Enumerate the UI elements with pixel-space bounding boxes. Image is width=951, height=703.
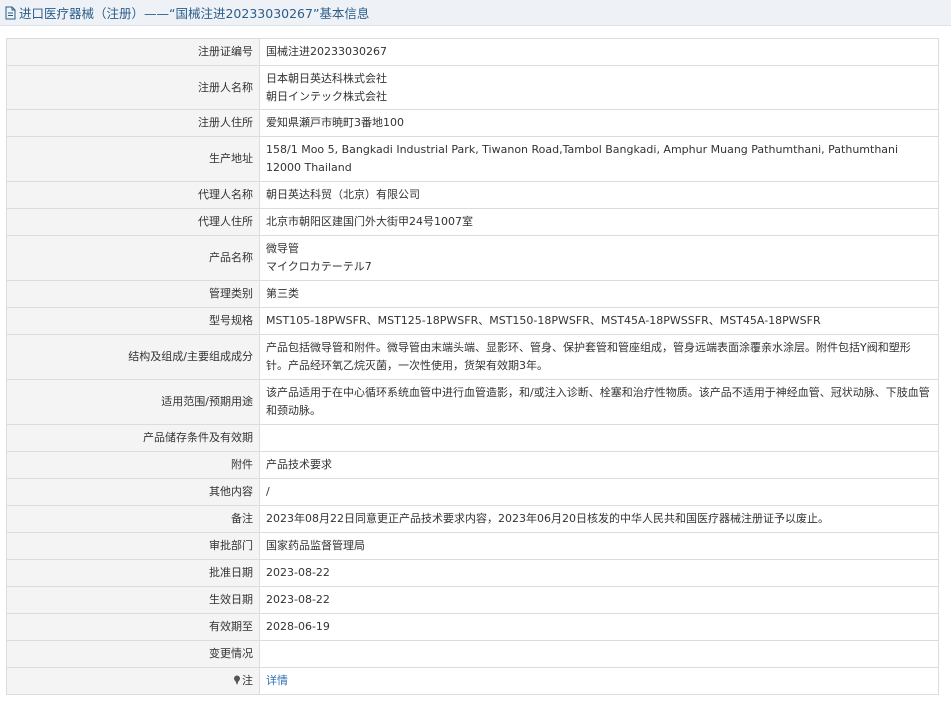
field-label: 生产地址 xyxy=(6,136,260,182)
field-value: 日本朝日英达科株式会社 朝日インテック株式会社 xyxy=(259,65,939,110)
field-label: 产品名称 xyxy=(6,235,260,281)
field-label: 注册证编号 xyxy=(6,38,260,66)
field-value xyxy=(259,424,939,452)
pin-icon xyxy=(234,675,240,685)
registration-info-table: 注册证编号 国械注进20233030267 注册人名称 日本朝日英达科株式会社 朝日イン… xyxy=(6,38,939,695)
table-row: 代理人名称 朝日英达科贸（北京）有限公司 xyxy=(6,181,939,209)
field-value-line: 2023年08月22日同意更正产品技术要求内容，2023年06月20日核发的中华… xyxy=(266,512,829,525)
field-label: 变更情况 xyxy=(6,640,260,668)
page-title: 进口医疗器械（注册）——“国械注进20233030267”基本信息 xyxy=(19,6,370,21)
table-row: 注册证编号 国械注进20233030267 xyxy=(6,38,939,66)
field-label: 产品储存条件及有效期 xyxy=(6,424,260,452)
document-icon xyxy=(5,6,16,19)
table-row: 备注 2023年08月22日同意更正产品技术要求内容，2023年06月20日核发的… xyxy=(6,505,939,533)
field-value-line: 2028-06-19 xyxy=(266,620,330,633)
table-row: 变更情况 xyxy=(6,640,939,668)
field-value: 2023年08月22日同意更正产品技术要求内容，2023年06月20日核发的中华… xyxy=(259,505,939,533)
field-value-line: 产品包括微导管和附件。微导管由末端头端、显影环、管身、保护套管和管座组成，管身远… xyxy=(266,341,911,372)
field-value: 2023-08-22 xyxy=(259,586,939,614)
table-row: 结构及组成/主要组成成分 产品包括微导管和附件。微导管由末端头端、显影环、管身、保… xyxy=(6,334,939,380)
field-value-line: 该产品适用于在中心循环系统血管中进行血管造影，和/或注入诊断、栓塞和治疗性物质。… xyxy=(266,386,930,417)
field-label: 注册人名称 xyxy=(6,65,260,110)
field-value-line: 爱知県瀬戸市暁町3番地100 xyxy=(266,116,404,129)
table-row: 生效日期 2023-08-22 xyxy=(6,586,939,614)
note-row: 注详情 xyxy=(6,667,939,695)
table-row: 产品名称 微导管マイクロカテーテル7 xyxy=(6,235,939,281)
field-label: 注册人住所 xyxy=(6,109,260,137)
field-value-line: 朝日英达科贸（北京）有限公司 xyxy=(266,188,420,201)
field-value: 朝日英达科贸（北京）有限公司 xyxy=(259,181,939,209)
field-value: 该产品适用于在中心循环系统血管中进行血管造影，和/或注入诊断、栓塞和治疗性物质。… xyxy=(259,379,939,425)
table-row: 生产地址 158/1 Moo 5, Bangkadi Industrial Par… xyxy=(6,136,939,182)
field-value xyxy=(259,640,939,668)
field-label: 备注 xyxy=(6,505,260,533)
table-row: 附件 产品技术要求 xyxy=(6,451,939,479)
field-value-line: マイクロカテーテル7 xyxy=(266,260,372,273)
field-value-line: / xyxy=(266,485,270,498)
field-value: 产品包括微导管和附件。微导管由末端头端、显影环、管身、保护套管和管座组成，管身远… xyxy=(259,334,939,380)
note-label-text: 注 xyxy=(242,674,253,687)
field-value-line: 国械注进20233030267 xyxy=(266,45,387,58)
table-row: 批准日期 2023-08-22 xyxy=(6,559,939,587)
field-value: 北京市朝阳区建国门外大街甲24号1007室 xyxy=(259,208,939,236)
table-row: 其他内容 / xyxy=(6,478,939,506)
field-label: 有效期至 xyxy=(6,613,260,641)
field-value: 2028-06-19 xyxy=(259,613,939,641)
field-value-line: MST105-18PWSFR、MST125-18PWSFR、MST150-18P… xyxy=(266,314,821,327)
field-value: 产品技术要求 xyxy=(259,451,939,479)
table-row: 代理人住所 北京市朝阳区建国门外大街甲24号1007室 xyxy=(6,208,939,236)
field-value: 国家药品监督管理局 xyxy=(259,532,939,560)
field-value-line: 2023-08-22 xyxy=(266,593,330,606)
field-label: 管理类别 xyxy=(6,280,260,308)
table-row: 有效期至 2028-06-19 xyxy=(6,613,939,641)
table-row: 管理类别 第三类 xyxy=(6,280,939,308)
table-row: 适用范围/预期用途 该产品适用于在中心循环系统血管中进行血管造影，和/或注入诊断、… xyxy=(6,379,939,425)
field-value-line: 朝日インテック株式会社 xyxy=(266,89,387,103)
field-value-line: 产品技术要求 xyxy=(266,458,332,471)
field-value: 国械注进20233030267 xyxy=(259,38,939,66)
field-value: 158/1 Moo 5, Bangkadi Industrial Park, T… xyxy=(259,136,939,182)
table-row: 注册人名称 日本朝日英达科株式会社 朝日インテック株式会社 xyxy=(6,65,939,110)
field-value-line: 2023-08-22 xyxy=(266,566,330,579)
field-label: 结构及组成/主要组成成分 xyxy=(6,334,260,380)
field-value: MST105-18PWSFR、MST125-18PWSFR、MST150-18P… xyxy=(259,307,939,335)
field-label: 适用范围/预期用途 xyxy=(6,379,260,425)
table-row: 审批部门 国家药品监督管理局 xyxy=(6,532,939,560)
field-value: 爱知県瀬戸市暁町3番地100 xyxy=(259,109,939,137)
field-label: 代理人名称 xyxy=(6,181,260,209)
note-value: 详情 xyxy=(259,667,939,695)
field-value-line: 日本朝日英达科株式会社 xyxy=(266,71,387,85)
field-label: 审批部门 xyxy=(6,532,260,560)
field-label: 生效日期 xyxy=(6,586,260,614)
field-value-line: 北京市朝阳区建国门外大街甲24号1007室 xyxy=(266,215,473,228)
table-row: 型号规格 MST105-18PWSFR、MST125-18PWSFR、MST150… xyxy=(6,307,939,335)
field-label: 型号规格 xyxy=(6,307,260,335)
field-value: 第三类 xyxy=(259,280,939,308)
field-label: 其他内容 xyxy=(6,478,260,506)
detail-link[interactable]: 详情 xyxy=(266,674,288,687)
note-label: 注 xyxy=(6,667,260,695)
field-value-line: 微导管 xyxy=(266,242,299,255)
field-value: 2023-08-22 xyxy=(259,559,939,587)
field-value-line: 158/1 Moo 5, Bangkadi Industrial Park, T… xyxy=(266,143,899,174)
field-label: 批准日期 xyxy=(6,559,260,587)
field-label: 附件 xyxy=(6,451,260,479)
field-value-line: 国家药品监督管理局 xyxy=(266,539,365,552)
table-row: 产品储存条件及有效期 xyxy=(6,424,939,452)
field-value: 微导管マイクロカテーテル7 xyxy=(259,235,939,281)
page-title-bar: 进口医疗器械（注册）——“国械注进20233030267”基本信息 xyxy=(0,0,951,26)
field-label: 代理人住所 xyxy=(6,208,260,236)
field-value-line: 第三类 xyxy=(266,287,299,300)
field-value: / xyxy=(259,478,939,506)
table-row: 注册人住所 爱知県瀬戸市暁町3番地100 xyxy=(6,109,939,137)
